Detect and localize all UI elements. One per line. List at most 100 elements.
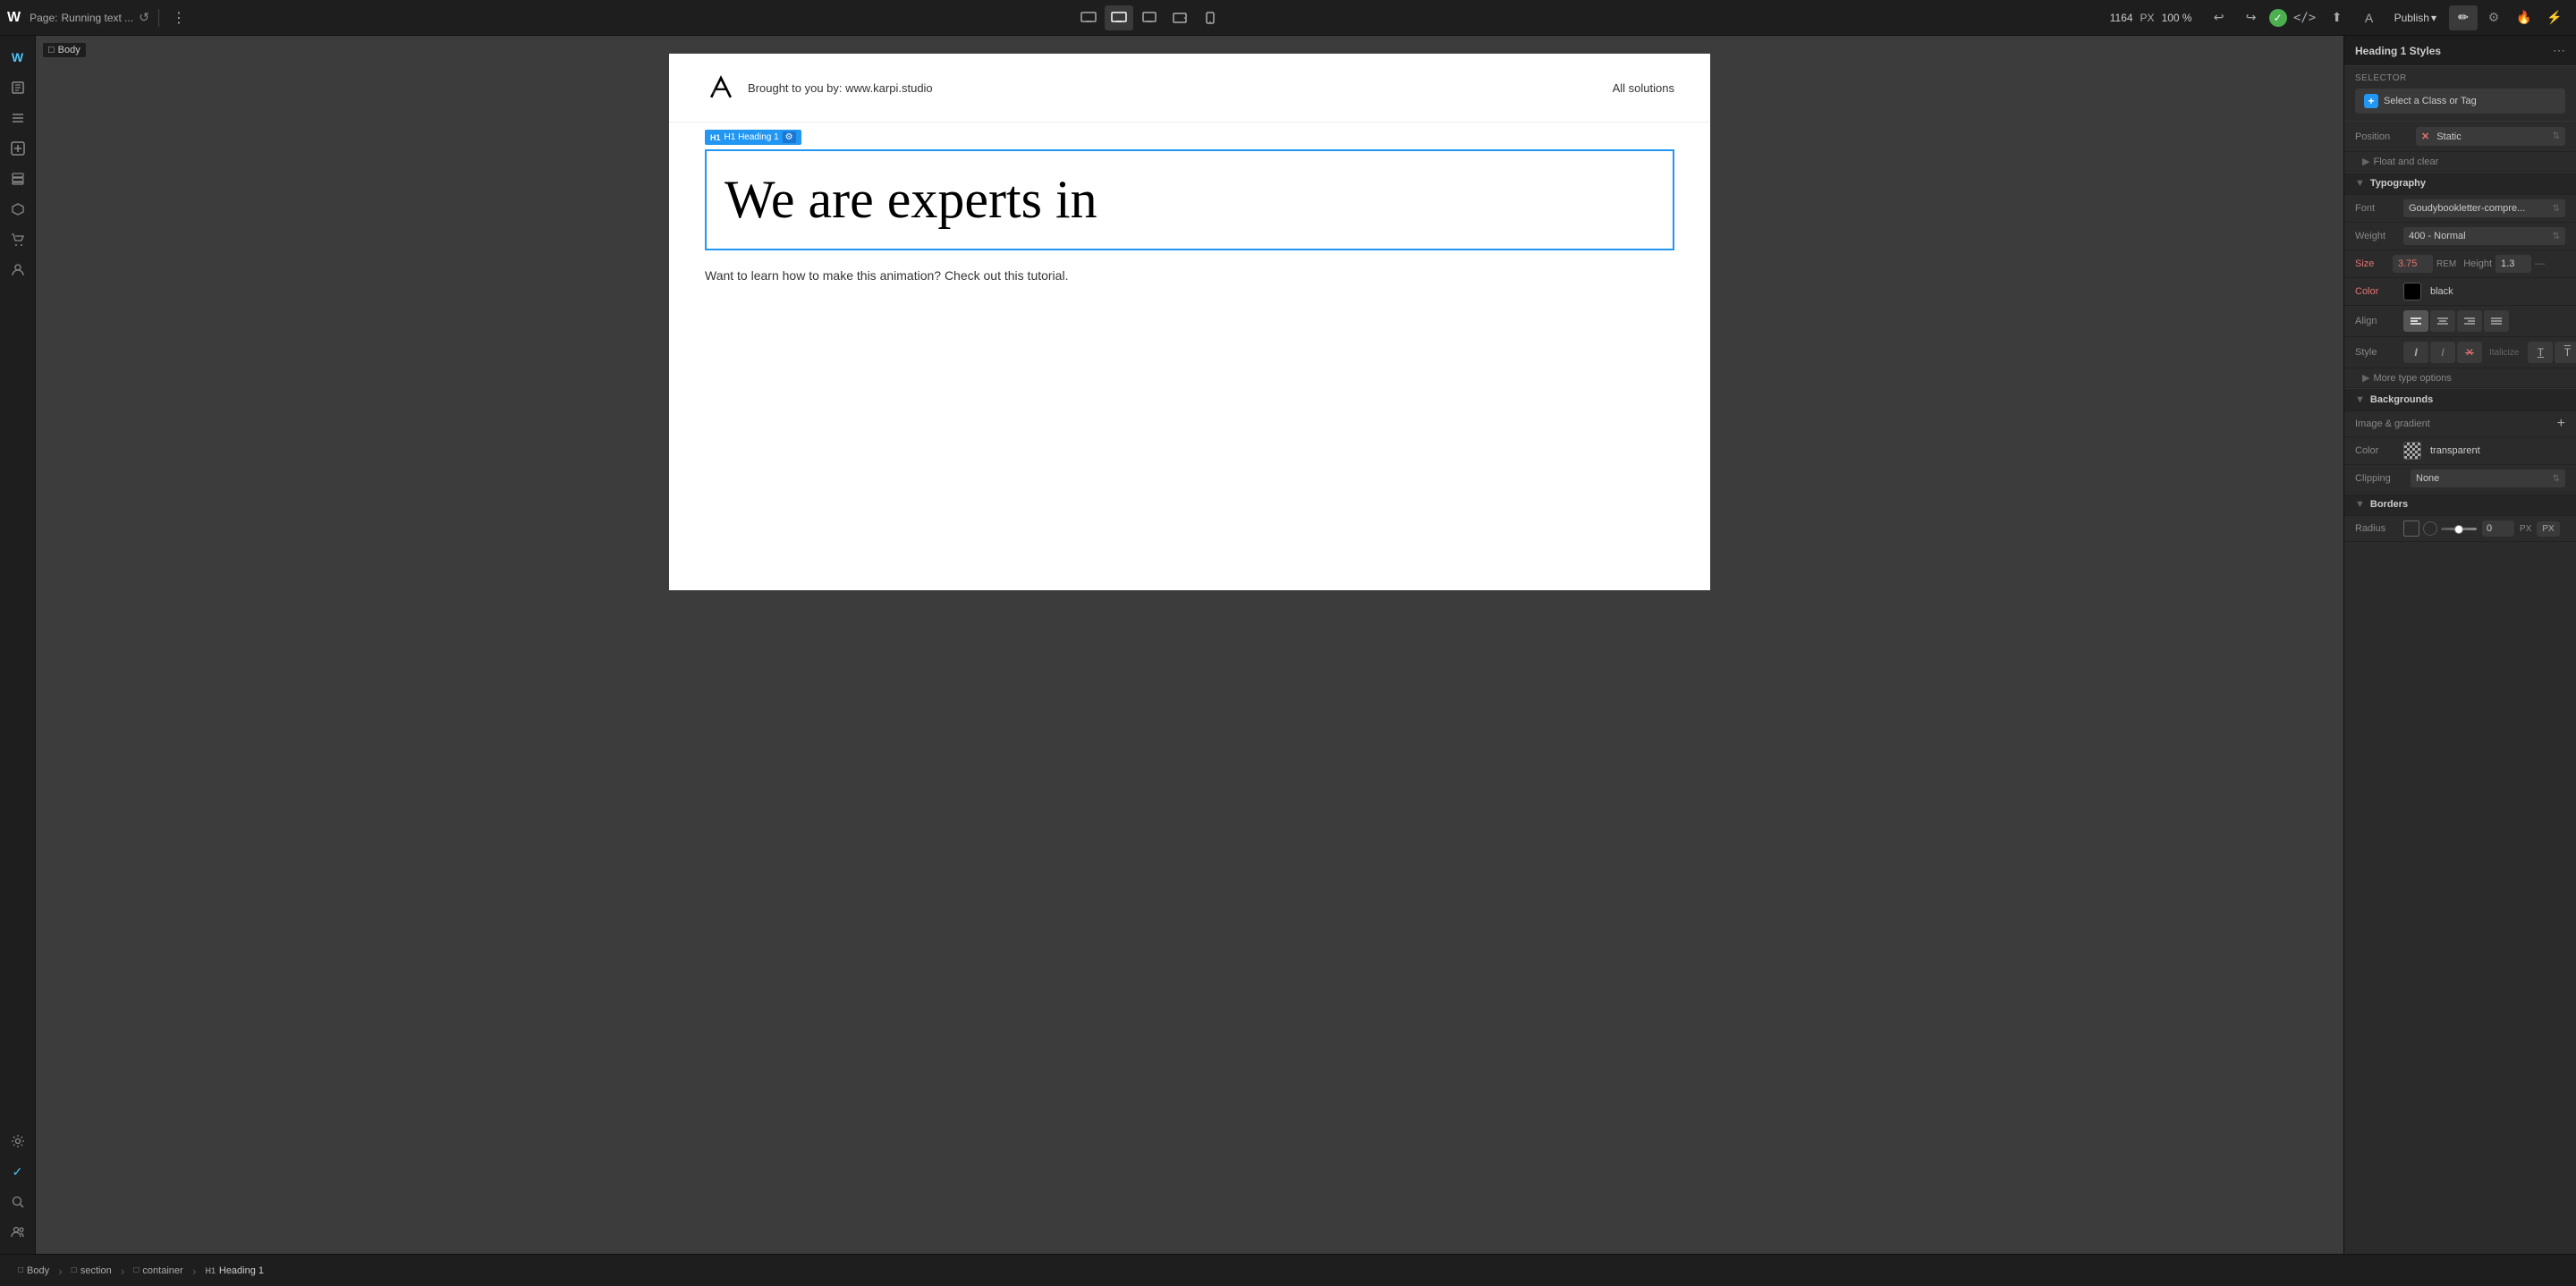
- position-row: Position ✕ Static ⇅: [2344, 122, 2576, 152]
- more-type-options-row[interactable]: ▶ More type options: [2344, 368, 2576, 388]
- breadcrumb-sep-3: ›: [192, 1264, 197, 1278]
- page-refresh-icon[interactable]: ↺: [139, 10, 149, 25]
- sidebar-item-settings[interactable]: [4, 1127, 32, 1155]
- bg-clipping-row: Clipping None ⇅: [2344, 465, 2576, 493]
- page-canvas: Brought to you by: www.karpi.studio All …: [669, 54, 1710, 590]
- backgrounds-section-header[interactable]: ▼ Backgrounds: [2344, 388, 2576, 411]
- sidebar-item-add[interactable]: [4, 134, 32, 163]
- flame-tab-icon[interactable]: 🔥: [2510, 5, 2538, 30]
- redo-button[interactable]: ↪: [2237, 5, 2266, 30]
- accessibility-button[interactable]: A: [2355, 5, 2384, 30]
- size-unit: REM: [2436, 259, 2456, 269]
- strikethrough-button[interactable]: T: [2555, 342, 2576, 363]
- settings-tab-icon[interactable]: ⚙: [2479, 5, 2508, 30]
- font-label: Font: [2355, 203, 2398, 214]
- sidebar-item-logo[interactable]: W: [4, 43, 32, 72]
- panel-more-icon[interactable]: ⋯: [2553, 43, 2565, 58]
- style-tab-icon[interactable]: ✏: [2449, 5, 2478, 30]
- borders-chevron-icon: ▼: [2355, 499, 2365, 510]
- breadcrumb-heading[interactable]: H1 Heading 1: [198, 1264, 271, 1278]
- bg-color-value: transparent: [2430, 445, 2480, 456]
- device-desktop[interactable]: [1105, 5, 1133, 30]
- bg-add-button[interactable]: +: [2557, 416, 2565, 432]
- radius-slider-icon[interactable]: [2441, 528, 2477, 530]
- position-dropdown[interactable]: ✕ Static ⇅: [2416, 127, 2565, 146]
- body-label-text: Body: [58, 45, 80, 55]
- no-style-button[interactable]: ✕: [2457, 342, 2482, 363]
- align-right-button[interactable]: [2457, 310, 2482, 332]
- radius-label: Radius: [2355, 523, 2398, 534]
- italic-oblique-button[interactable]: I: [2430, 342, 2455, 363]
- bg-clipping-dropdown[interactable]: None ⇅: [2411, 470, 2565, 487]
- typography-section-header[interactable]: ▼ Typography: [2344, 172, 2576, 195]
- italic-button[interactable]: I: [2403, 342, 2428, 363]
- heading-text[interactable]: We are experts in: [705, 149, 1674, 250]
- device-desktop-small[interactable]: [1135, 5, 1164, 30]
- more-options-icon[interactable]: ⋮: [172, 9, 186, 27]
- radius-circle-icon[interactable]: [2423, 521, 2437, 536]
- heading-block[interactable]: H1 H1 Heading 1 ⚙ We are experts in: [705, 149, 1674, 250]
- underline-button[interactable]: T: [2528, 342, 2553, 363]
- weight-row: Weight 400 - Normal ⇅: [2344, 223, 2576, 250]
- code-view-button[interactable]: </>: [2291, 5, 2319, 30]
- device-tablet-landscape[interactable]: [1165, 5, 1194, 30]
- sidebar-item-check[interactable]: ✓: [4, 1157, 32, 1186]
- weight-dropdown[interactable]: 400 - Normal ⇅: [2403, 227, 2565, 245]
- add-class-button[interactable]: + Select a Class or Tag: [2355, 89, 2565, 114]
- undo-button[interactable]: ↩: [2205, 5, 2233, 30]
- float-clear-row[interactable]: ▶ Float and clear: [2344, 152, 2576, 172]
- header-nav-link[interactable]: All solutions: [1613, 81, 1674, 95]
- radius-input[interactable]: [2482, 520, 2514, 537]
- page-info: Page: Running text ...: [30, 12, 133, 24]
- canvas-zoom: 100 %: [2162, 12, 2192, 24]
- sidebar-item-users[interactable]: [4, 1218, 32, 1247]
- canvas-info: 1164 PX 100 %: [2110, 12, 2192, 24]
- sidebar-item-pages[interactable]: [4, 73, 32, 102]
- float-chevron-icon: ▶: [2362, 156, 2369, 167]
- canvas-unit: PX: [2140, 12, 2155, 24]
- color-row: Color black: [2344, 278, 2576, 306]
- align-row: Align: [2344, 306, 2576, 337]
- sidebar-item-search[interactable]: [4, 1188, 32, 1216]
- sidebar-item-layers[interactable]: [4, 165, 32, 193]
- bg-clipping-label: Clipping: [2355, 473, 2405, 484]
- weight-arrow-icon: ⇅: [2553, 232, 2560, 241]
- save-status-icon: ✓: [2269, 9, 2287, 27]
- breadcrumb-section[interactable]: □ section: [64, 1264, 119, 1278]
- borders-section-header[interactable]: ▼ Borders: [2344, 493, 2576, 516]
- color-swatch[interactable]: [2403, 283, 2421, 300]
- bolt-tab-icon[interactable]: ⚡: [2540, 5, 2569, 30]
- element-settings-icon[interactable]: ⚙: [783, 131, 796, 143]
- device-mobile[interactable]: [1196, 5, 1224, 30]
- align-center-button[interactable]: [2430, 310, 2455, 332]
- breadcrumb-body-label: Body: [27, 1265, 49, 1276]
- sidebar-item-components[interactable]: [4, 195, 32, 224]
- align-left-button[interactable]: [2403, 310, 2428, 332]
- radius-unit-toggle[interactable]: PX: [2537, 521, 2559, 537]
- sidebar-item-navigator[interactable]: [4, 104, 32, 132]
- export-button[interactable]: ⬆: [2323, 5, 2351, 30]
- height-value[interactable]: 1.3: [2496, 255, 2531, 273]
- sidebar-item-ecommerce[interactable]: [4, 225, 32, 254]
- toolbar-actions: ↩ ↪ ✓ </> ⬆ A Heading 1 Styles Publish ▾: [2205, 5, 2444, 30]
- size-input-group: REM Height 1.3 —: [2393, 255, 2565, 273]
- body-label: □ Body: [43, 43, 86, 57]
- device-desktop-large[interactable]: [1074, 5, 1103, 30]
- panel-title: Heading 1 Styles: [2355, 45, 2441, 57]
- sidebar-item-cms[interactable]: [4, 256, 32, 284]
- align-justify-button[interactable]: [2484, 310, 2509, 332]
- bg-color-swatch[interactable]: [2403, 442, 2421, 460]
- publish-button[interactable]: Heading 1 Styles Publish ▾: [2387, 8, 2444, 28]
- radius-all-icon[interactable]: [2403, 520, 2419, 537]
- right-tool-icons: ✏ ⚙ 🔥 ⚡: [2449, 5, 2569, 30]
- breadcrumb-container-label: container: [142, 1265, 182, 1276]
- top-bar: W Page: Running text ... ↺ ⋮ 1164 PX 100…: [0, 0, 2576, 36]
- breadcrumb-body[interactable]: □ Body: [11, 1264, 56, 1278]
- breadcrumb-container[interactable]: □ container: [126, 1264, 190, 1278]
- page-header: Brought to you by: www.karpi.studio All …: [669, 54, 1710, 123]
- page-name[interactable]: Running text ...: [61, 12, 133, 24]
- selector-section: Selector + Select a Class or Tag: [2344, 66, 2576, 122]
- size-input[interactable]: [2393, 255, 2433, 273]
- font-dropdown[interactable]: Goudybookletter-compre... ⇅: [2403, 199, 2565, 217]
- align-buttons: [2403, 310, 2509, 332]
